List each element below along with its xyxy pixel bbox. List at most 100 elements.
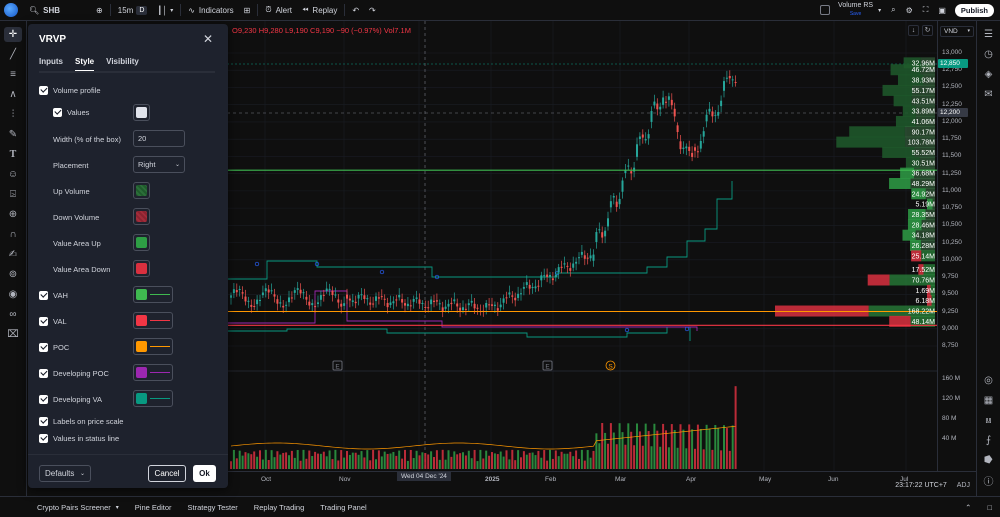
watchlist-button[interactable]: ☰: [981, 27, 997, 41]
emoji-tool[interactable]: ☺: [4, 167, 22, 182]
hide-tool[interactable]: ◉: [4, 287, 22, 302]
values-in-status-line-checkbox[interactable]: [39, 433, 48, 443]
interval-mode-badge[interactable]: D: [136, 5, 148, 15]
auto-scale-button[interactable]: ↻: [922, 25, 933, 36]
tab-pine-editor[interactable]: Pine Editor: [127, 503, 180, 512]
layout-name-button[interactable]: Volume RS Save ▾: [815, 0, 886, 21]
volume-bar: [479, 449, 482, 469]
trend-line-tool[interactable]: ╱: [4, 47, 22, 62]
stay-drawing-tool[interactable]: ✍︎: [4, 247, 22, 262]
brush-tool[interactable]: ✎: [4, 127, 22, 142]
val-checkbox[interactable]: [39, 316, 48, 326]
symbol-search[interactable]: 🔍︎ SHB: [24, 0, 65, 21]
tab-strategy-tester[interactable]: Strategy Tester: [179, 503, 245, 512]
developing-va-style-swatch[interactable]: [133, 390, 173, 407]
scroll-down-button[interactable]: ↓: [908, 25, 919, 36]
alerts-button[interactable]: ◷: [981, 47, 997, 61]
chart-type-button[interactable]: ┃│ ▾: [152, 0, 178, 21]
defaults-label: Defaults: [45, 469, 75, 478]
pine-icon: ⩏: [985, 414, 992, 426]
values-color-swatch[interactable]: [133, 104, 150, 121]
value-area-down-color-swatch[interactable]: [133, 260, 150, 277]
profile-value-label: 6.18M: [916, 298, 936, 305]
undo-button[interactable]: ↶: [347, 0, 364, 21]
quick-search-button[interactable]: ⌕: [886, 0, 900, 21]
tab-style[interactable]: Style: [75, 57, 95, 72]
interval-button[interactable]: 15m D: [113, 0, 153, 21]
indicators-button[interactable]: ∿ Indicators: [183, 0, 238, 21]
color-fill: [136, 341, 147, 352]
price-chart[interactable]: 32.96M46.72M38.93M55.17M43.51M33.89M41.0…: [227, 21, 937, 471]
alert-button[interactable]: ⏰︎ Alert: [260, 0, 297, 21]
close-button[interactable]: ✕: [203, 32, 213, 46]
up-volume-color-swatch[interactable]: [133, 182, 150, 199]
price-axis[interactable]: VND ▾ 13,000 12,750 12,500 12,250 12,000 11,75…: [937, 21, 976, 471]
values-checkbox[interactable]: [53, 107, 62, 117]
fib-tool[interactable]: ≡: [4, 67, 22, 82]
zoom-tool[interactable]: ⊕: [4, 207, 22, 222]
link-tool[interactable]: ∞: [4, 307, 22, 322]
cancel-button[interactable]: Cancel: [148, 465, 186, 482]
measure-tool[interactable]: ⍄: [4, 187, 22, 202]
ideas-button[interactable]: ◎: [981, 373, 997, 387]
vah-checkbox[interactable]: [39, 290, 48, 300]
text-tool[interactable]: T: [4, 147, 22, 162]
layouts-button[interactable]: ⊞: [239, 0, 256, 21]
layers-button[interactable]: ◈: [981, 67, 997, 81]
adj-toggle[interactable]: ADJ: [957, 482, 970, 489]
labels-on-price-scale-checkbox[interactable]: [39, 416, 48, 426]
time-axis[interactable]: Oct Nov 2025 Feb Mar Apr May Jun Jul Wed 04 Dec …: [227, 471, 976, 496]
pattern-tool[interactable]: ∧: [4, 87, 22, 102]
avatar[interactable]: [4, 3, 18, 17]
tab-replay-trading[interactable]: Replay Trading: [246, 503, 312, 512]
calendar-button[interactable]: ▦: [981, 393, 997, 407]
snapshot-button[interactable]: ▣: [933, 0, 951, 21]
lock-tool[interactable]: ⊚: [4, 267, 22, 282]
fullscreen-button[interactable]: ⛶: [918, 0, 934, 21]
developing-poc-style-swatch[interactable]: [133, 364, 173, 381]
volume-bar: [499, 451, 502, 469]
candle-body: [694, 147, 696, 151]
value-area-up-color-swatch[interactable]: [133, 234, 150, 251]
poc-checkbox[interactable]: [39, 342, 48, 352]
tab-inputs[interactable]: Inputs: [39, 57, 63, 72]
down-volume-color-swatch[interactable]: [133, 208, 150, 225]
candles-icon: ┃│: [157, 5, 168, 15]
streams-button[interactable]: ⨍: [981, 433, 997, 447]
developing-poc-checkbox[interactable]: [39, 368, 48, 378]
tab-crypto-pairs-screener[interactable]: Crypto Pairs Screener ▾: [0, 503, 127, 512]
ok-button[interactable]: Ok: [193, 465, 216, 482]
poc-style-swatch[interactable]: [133, 338, 173, 355]
chats-button[interactable]: ✉︎: [981, 87, 997, 101]
tab-trading-panel[interactable]: Trading Panel: [312, 503, 374, 512]
currency-select[interactable]: VND ▾: [940, 26, 974, 37]
candle-body: [720, 100, 723, 107]
chart-pane[interactable]: 32.96M 46.72M 38.93M 55.17M 43.51M 33.89M 41.0…: [227, 21, 937, 471]
replay-button[interactable]: ⏪︎ Replay: [297, 0, 342, 21]
volume-bar: [259, 450, 261, 469]
defaults-button[interactable]: Defaults ⌄: [39, 465, 91, 482]
maximize-panel-button[interactable]: □: [979, 503, 1000, 512]
val-style-swatch[interactable]: [133, 312, 173, 329]
width-input[interactable]: 20: [133, 130, 185, 147]
notifications-button[interactable]: ⭓: [981, 453, 997, 467]
settings-button[interactable]: ⚙︎: [901, 0, 918, 21]
volume-profile-checkbox[interactable]: [39, 85, 48, 95]
grid-icon: ⊞: [243, 5, 251, 15]
candle-body: [688, 146, 691, 151]
remove-tool[interactable]: ⌧: [4, 327, 22, 342]
candle-body: [462, 307, 464, 311]
vah-style-swatch[interactable]: [133, 286, 173, 303]
magnet-tool[interactable]: ∩: [4, 227, 22, 242]
tab-visibility[interactable]: Visibility: [106, 57, 139, 72]
crosshair-tool[interactable]: ✛: [4, 27, 22, 42]
publish-button[interactable]: Publish: [954, 3, 994, 17]
redo-button[interactable]: ↷: [364, 0, 381, 21]
developing-va-checkbox[interactable]: [39, 394, 48, 404]
projection-tool[interactable]: ⫶: [4, 107, 22, 122]
help-button[interactable]: ⓘ: [981, 473, 997, 488]
pine-button[interactable]: ⩏: [981, 413, 997, 427]
collapse-panel-button[interactable]: ⌃: [957, 503, 979, 512]
placement-select[interactable]: Right ⌄: [133, 156, 185, 173]
compare-button[interactable]: ⊕: [91, 0, 108, 21]
